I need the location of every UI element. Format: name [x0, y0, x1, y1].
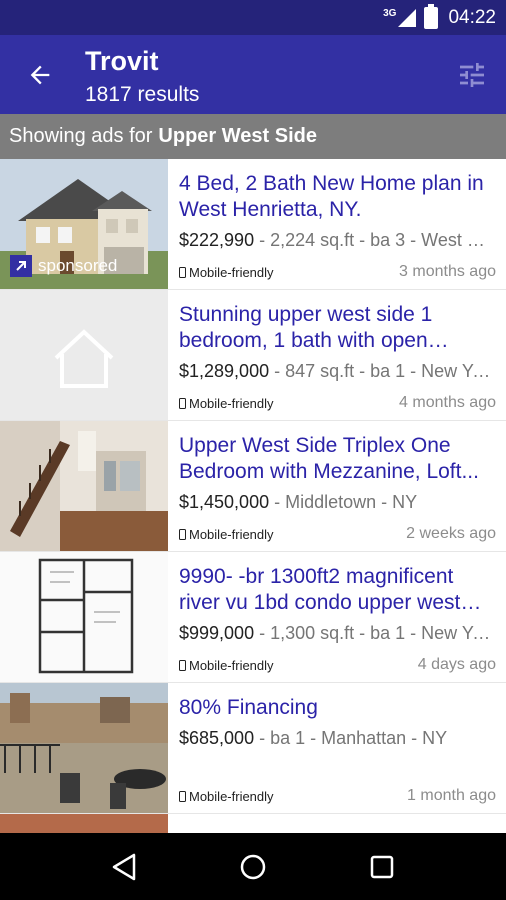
nav-back-button[interactable] — [104, 847, 144, 887]
listing-title[interactable]: Stunning upper west side 1 bedroom, 1 ba… — [179, 302, 496, 354]
nav-home-button[interactable] — [233, 847, 273, 887]
mobile-friendly: Mobile-friendly — [179, 527, 274, 542]
listing-details: - ba 1 - Manhattan - NY — [254, 728, 448, 748]
battery-icon — [424, 3, 439, 29]
listing-thumbnail: sponsored — [0, 159, 168, 289]
phone-icon — [179, 528, 186, 540]
list-item[interactable]: sponsored 4 Bed, 2 Bath New Home plan in… — [0, 159, 506, 290]
list-item[interactable]: 80% Financing $685,000 - ba 1 - Manhatta… — [0, 683, 506, 814]
mobile-friendly: Mobile-friendly — [179, 396, 274, 411]
listing-meta: $1,450,000 - Middletown - NY — [179, 490, 496, 514]
tune-icon — [460, 63, 484, 87]
listing-price: $999,000 — [179, 623, 255, 643]
listing-thumbnail — [0, 814, 168, 833]
triangle-back-icon — [113, 853, 136, 880]
mobile-label: Mobile-friendly — [189, 264, 274, 280]
list-item[interactable] — [0, 814, 506, 833]
listing-thumbnail — [0, 552, 168, 682]
listing-meta: $685,000 - ba 1 - Manhattan - NY — [179, 726, 496, 750]
results-count: 1817 results — [85, 83, 200, 106]
mobile-label: Mobile-friendly — [189, 395, 274, 411]
square-recents-icon — [370, 855, 393, 878]
status-bar: 3G 04:22 — [0, 0, 506, 35]
signal-icon: 3G — [383, 8, 417, 27]
sponsored-badge: sponsored — [10, 255, 117, 277]
listing-thumbnail — [0, 290, 168, 420]
back-button[interactable] — [22, 57, 58, 93]
listing-age: 2 weeks ago — [406, 525, 496, 542]
list-item[interactable]: Stunning upper west side 1 bedroom, 1 ba… — [0, 290, 506, 421]
banner-location: Upper West Side — [158, 125, 317, 147]
clock: 04:22 — [448, 6, 496, 28]
listing-price: $1,450,000 — [179, 492, 270, 512]
listing-price: $222,990 — [179, 230, 255, 250]
phone-icon — [179, 266, 186, 278]
listing-meta: $999,000 - 1,300 sq.ft - ba 1 - New York… — [179, 621, 496, 645]
listing-details: - 847 sq.ft - ba 1 - New York - NY — [274, 361, 496, 381]
external-link-icon — [10, 255, 32, 277]
listing-title[interactable]: 9990- -br 1300ft2 magnificent river vu 1… — [179, 564, 496, 616]
mobile-label: Mobile-friendly — [189, 657, 274, 673]
listing-details: - 1,300 sq.ft - ba 1 - New York - NY — [259, 623, 496, 643]
list-item[interactable]: 9990- -br 1300ft2 magnificent river vu 1… — [0, 552, 506, 683]
phone-icon — [179, 790, 186, 802]
banner-prefix: Showing ads for — [9, 125, 153, 147]
nav-recents-button[interactable] — [362, 847, 402, 887]
mobile-friendly: Mobile-friendly — [179, 789, 274, 804]
phone-icon — [179, 659, 186, 671]
listing-age: 3 months ago — [399, 263, 496, 280]
listing-details: - Middletown - NY — [269, 492, 418, 512]
network-type: 3G — [383, 8, 397, 19]
listing-age: 1 month ago — [407, 787, 496, 804]
sponsored-label: sponsored — [38, 256, 118, 275]
mobile-label: Mobile-friendly — [189, 788, 274, 804]
listing-title[interactable]: 80% Financing — [179, 695, 496, 721]
list-item[interactable]: Upper West Side Triplex One Bedroom with… — [0, 421, 506, 552]
listing-meta: $1,289,000 - 847 sq.ft - ba 1 - New York… — [179, 359, 496, 383]
listing-price: $685,000 — [179, 728, 255, 748]
listing-details: - 2,224 sq.ft - ba 3 - West Henrietta - … — [259, 230, 496, 250]
phone-icon — [179, 397, 186, 409]
circle-home-icon — [240, 854, 266, 879]
system-nav-bar — [0, 833, 506, 900]
listing-age: 4 months ago — [399, 394, 496, 411]
listing-price: $1,289,000 — [179, 361, 270, 381]
arrow-left-icon — [30, 65, 50, 85]
mobile-label: Mobile-friendly — [189, 526, 274, 542]
mobile-friendly: Mobile-friendly — [179, 658, 274, 673]
listing-title[interactable]: 4 Bed, 2 Bath New Home plan in West Henr… — [179, 171, 496, 223]
filter-button[interactable] — [456, 59, 488, 91]
listing-age: 4 days ago — [417, 656, 496, 673]
location-banner: Showing ads for Upper West Side — [0, 114, 506, 159]
listing-meta: $222,990 - 2,224 sq.ft - ba 3 - West Hen… — [179, 228, 496, 252]
listing-thumbnail — [0, 421, 168, 551]
results-list[interactable]: sponsored 4 Bed, 2 Bath New Home plan in… — [0, 159, 506, 833]
listing-title[interactable]: Upper West Side Triplex One Bedroom with… — [179, 433, 496, 485]
listing-thumbnail — [0, 683, 168, 813]
toolbar: Trovit 1817 results — [0, 35, 506, 114]
app-title: Trovit — [85, 46, 159, 76]
mobile-friendly: Mobile-friendly — [179, 265, 274, 280]
